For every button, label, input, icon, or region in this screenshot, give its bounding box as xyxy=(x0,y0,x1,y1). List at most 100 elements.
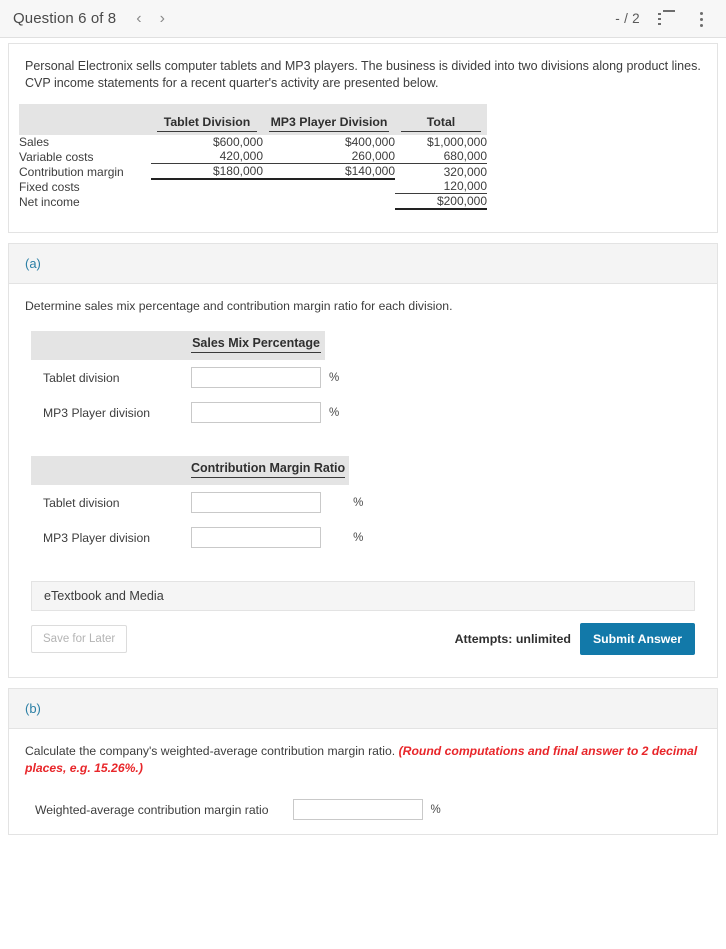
cvp-row-label-fixed-costs: Fixed costs xyxy=(19,179,80,194)
cvp-table-head: Tablet Division MP3 Player Division Tota… xyxy=(19,104,487,135)
cvp-col-total-label: Total xyxy=(401,115,481,132)
table-row: Fixed costs 120,000 xyxy=(19,179,487,194)
part-b-label: (b) xyxy=(25,701,41,716)
part-b-body: Calculate the company's weighted-average… xyxy=(9,729,717,834)
cm-ratio-percent-sign-tablet: % xyxy=(353,496,364,509)
etextbook-and-media-bar[interactable]: eTextbook and Media xyxy=(31,581,695,611)
cm-ratio-input-tablet[interactable] xyxy=(191,492,321,513)
sales-mix-col-header-label: Sales Mix Percentage xyxy=(191,336,321,353)
sales-mix-row-label-mp3: MP3 Player division xyxy=(43,405,151,420)
sales-mix-input-mp3[interactable] xyxy=(191,402,321,423)
cm-ratio-percent-sign-mp3: % xyxy=(353,531,364,544)
cvp-row-label-net-income: Net income xyxy=(19,195,80,209)
part-b-card: (b) Calculate the company's weighted-ave… xyxy=(8,688,718,835)
part-a-card: (a) Determine sales mix percentage and c… xyxy=(8,243,718,678)
part-a-label: (a) xyxy=(25,256,41,271)
page-title: Question 6 of 8 xyxy=(13,10,117,27)
sales-mix-head: Sales Mix Percentage xyxy=(31,331,351,360)
cvp-net-mp3 xyxy=(263,194,395,210)
cvp-cm-total: 320,000 xyxy=(395,163,487,179)
save-for-later-button[interactable]: Save for Later xyxy=(31,625,128,653)
cvp-fixed-total: 120,000 xyxy=(443,179,487,193)
part-b-header: (b) xyxy=(9,689,717,729)
table-row: Sales $600,000 $400,000 $1,000,000 xyxy=(19,135,487,149)
cvp-col-blank xyxy=(19,104,151,135)
sales-mix-input-tablet[interactable] xyxy=(191,367,321,388)
cvp-col-total: Total xyxy=(395,104,487,135)
cm-ratio-col-header: Contribution Margin Ratio xyxy=(187,456,349,485)
cvp-col-mp3: MP3 Player Division xyxy=(263,104,395,135)
top-toolbar: Question 6 of 8 ‹ › - / 2 xyxy=(0,0,726,38)
cvp-fixed-tablet xyxy=(151,179,263,194)
weighted-average-percent-sign: % xyxy=(430,803,441,816)
sales-mix-col-header: Sales Mix Percentage xyxy=(187,331,325,360)
cvp-row-label-contribution-margin: Contribution margin xyxy=(19,165,124,179)
submit-answer-button[interactable]: Submit Answer xyxy=(579,623,695,655)
cvp-variable-total: 680,000 xyxy=(443,149,487,163)
kebab-menu-icon[interactable] xyxy=(692,10,710,28)
card-divider-a xyxy=(0,233,726,243)
part-b-prompt-main: Calculate the company's weighted-average… xyxy=(25,744,399,758)
cvp-row-label-sales: Sales xyxy=(19,135,50,149)
problem-intro-text: Personal Electronix sells computer table… xyxy=(25,59,701,90)
cm-ratio-row-label-mp3: MP3 Player division xyxy=(43,530,151,545)
sales-mix-percent-sign-tablet: % xyxy=(329,371,340,384)
cvp-table-body: Sales $600,000 $400,000 $1,000,000 Varia… xyxy=(19,135,487,210)
cvp-header-row: Tablet Division MP3 Player Division Tota… xyxy=(19,104,487,135)
sales-mix-percent-sign-mp3: % xyxy=(329,406,340,419)
weighted-average-table: Weighted-average contribution margin rat… xyxy=(31,793,445,826)
cvp-cm-mp3: $140,000 xyxy=(263,163,395,180)
sales-mix-body: Tablet division % MP3 Player division % xyxy=(31,360,351,430)
card-divider-b xyxy=(0,678,726,688)
cvp-net-tablet xyxy=(151,194,263,210)
etextbook-and-media-label: eTextbook and Media xyxy=(44,589,164,603)
attempts-label: Attempts: unlimited xyxy=(454,632,571,646)
cvp-variable-tablet: 420,000 xyxy=(219,149,263,163)
weighted-average-input-cell xyxy=(289,793,427,826)
part-a-body: Determine sales mix percentage and contr… xyxy=(9,284,717,677)
weighted-average-row-label: Weighted-average contribution margin rat… xyxy=(35,802,269,817)
cvp-table-wrapper: Tablet Division MP3 Player Division Tota… xyxy=(9,98,717,232)
cm-ratio-row-label-tablet: Tablet division xyxy=(43,495,120,510)
sales-mix-input-cell-tablet xyxy=(187,360,325,395)
cm-ratio-body: Tablet division % MP3 Player division % xyxy=(31,485,375,555)
numbered-list-icon[interactable] xyxy=(658,9,676,28)
weighted-average-body: Weighted-average contribution margin rat… xyxy=(31,793,445,826)
table-row: Net income $200,000 xyxy=(19,193,487,210)
part-a-prompt: Determine sales mix percentage and contr… xyxy=(25,299,453,313)
question-page: Question 6 of 8 ‹ › - / 2 Personal Elect… xyxy=(0,0,726,949)
chevron-right-icon[interactable]: › xyxy=(160,10,165,27)
sales-mix-col-blank xyxy=(31,331,187,360)
cm-ratio-col-pct-blank xyxy=(349,456,376,485)
cvp-col-mp3-label: MP3 Player Division xyxy=(269,115,389,132)
sales-mix-header-row: Sales Mix Percentage xyxy=(31,331,351,360)
cvp-net-total: $200,000 xyxy=(395,193,487,210)
weighted-average-input[interactable] xyxy=(292,799,423,820)
cm-ratio-input-cell-mp3 xyxy=(187,520,349,555)
chevron-left-icon[interactable]: ‹ xyxy=(136,10,141,27)
cvp-fixed-mp3 xyxy=(263,179,395,194)
cvp-sales-total: $1,000,000 xyxy=(426,135,487,149)
question-navigation: ‹ › xyxy=(136,10,165,27)
table-row: Tablet division % xyxy=(31,360,351,395)
cm-ratio-input-mp3[interactable] xyxy=(191,527,321,548)
cvp-sales-mp3: $400,000 xyxy=(344,135,395,149)
table-row: Contribution margin $180,000 $140,000 32… xyxy=(19,163,487,180)
cm-ratio-col-blank xyxy=(31,456,187,485)
cvp-variable-mp3: 260,000 xyxy=(351,149,395,163)
cm-ratio-header-row: Contribution Margin Ratio xyxy=(31,456,376,485)
cvp-income-statement-table: Tablet Division MP3 Player Division Tota… xyxy=(19,104,487,210)
cvp-col-tablet: Tablet Division xyxy=(151,104,263,135)
sales-mix-input-cell-mp3 xyxy=(187,395,325,430)
contribution-margin-ratio-table: Contribution Margin Ratio Tablet divisio… xyxy=(31,456,376,555)
part-a-header: (a) xyxy=(9,244,717,284)
problem-statement-card: Personal Electronix sells computer table… xyxy=(8,43,718,233)
sales-mix-row-label-tablet: Tablet division xyxy=(43,370,120,385)
cvp-row-label-variable-costs: Variable costs xyxy=(19,149,94,164)
cvp-cm-tablet: $180,000 xyxy=(151,163,263,180)
cm-ratio-col-header-label: Contribution Margin Ratio xyxy=(191,461,346,478)
part-b-prompt: Calculate the company's weighted-average… xyxy=(25,743,701,777)
cm-ratio-input-cell-tablet xyxy=(187,485,349,520)
cvp-sales-tablet: $600,000 xyxy=(212,135,263,149)
score-indicator: - / 2 xyxy=(615,11,640,26)
